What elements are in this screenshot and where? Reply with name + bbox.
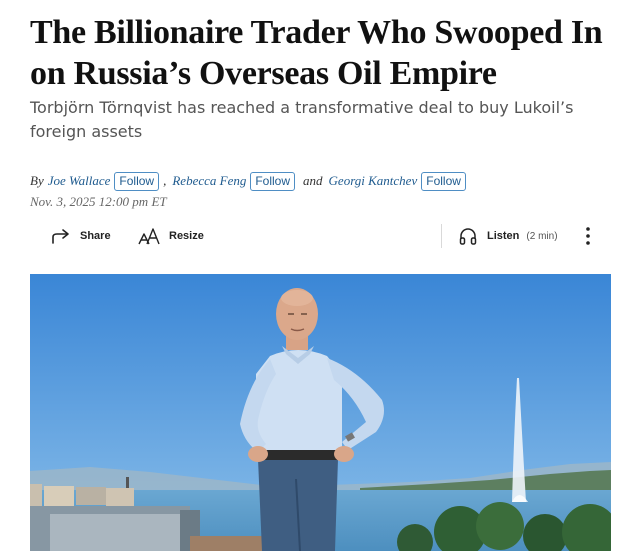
listen-label: Listen	[487, 230, 520, 242]
hero-photo-illustration	[30, 274, 611, 551]
article-hero-photo	[30, 274, 611, 551]
article-dek: Torbjörn Törnqvist has reached a transfo…	[30, 98, 574, 141]
byline-and: and	[303, 173, 323, 188]
more-vertical-icon	[586, 227, 590, 245]
share-button[interactable]: Share	[50, 223, 111, 249]
resize-button[interactable]: Resize	[137, 223, 204, 249]
listen-duration: (2 min)	[526, 230, 558, 242]
headphones-icon	[459, 228, 477, 245]
follow-button-georgi-kantchev[interactable]: Follow	[421, 171, 466, 191]
follow-button-rebecca-feng[interactable]: Follow	[250, 171, 296, 191]
author-link-georgi-kantchev[interactable]: Georgi Kantchev	[329, 173, 418, 189]
article-headline: The Billionaire Trader Who Swooped In on…	[30, 14, 603, 92]
share-label: Share	[80, 230, 111, 242]
more-options-button[interactable]	[580, 223, 596, 249]
resize-label: Resize	[169, 230, 204, 242]
toolbar-divider	[441, 224, 442, 248]
byline-by: By	[30, 173, 44, 188]
article-toolbar: Share Resize Listen (2 min)	[0, 220, 630, 252]
share-arrow-icon	[52, 229, 69, 244]
follow-button-joe-wallace[interactable]: Follow	[114, 171, 160, 191]
byline-separator: ,	[163, 173, 167, 188]
listen-button[interactable]: Listen (2 min)	[458, 223, 558, 249]
author-link-joe-wallace[interactable]: Joe Wallace	[48, 173, 111, 189]
text-resize-icon	[138, 228, 160, 245]
byline: By Joe Wallace Follow , Rebecca Feng Fol…	[30, 170, 466, 192]
publish-date: Nov. 3, 2025 12:00 pm ET	[30, 194, 167, 209]
author-link-rebecca-feng[interactable]: Rebecca Feng	[172, 173, 246, 189]
